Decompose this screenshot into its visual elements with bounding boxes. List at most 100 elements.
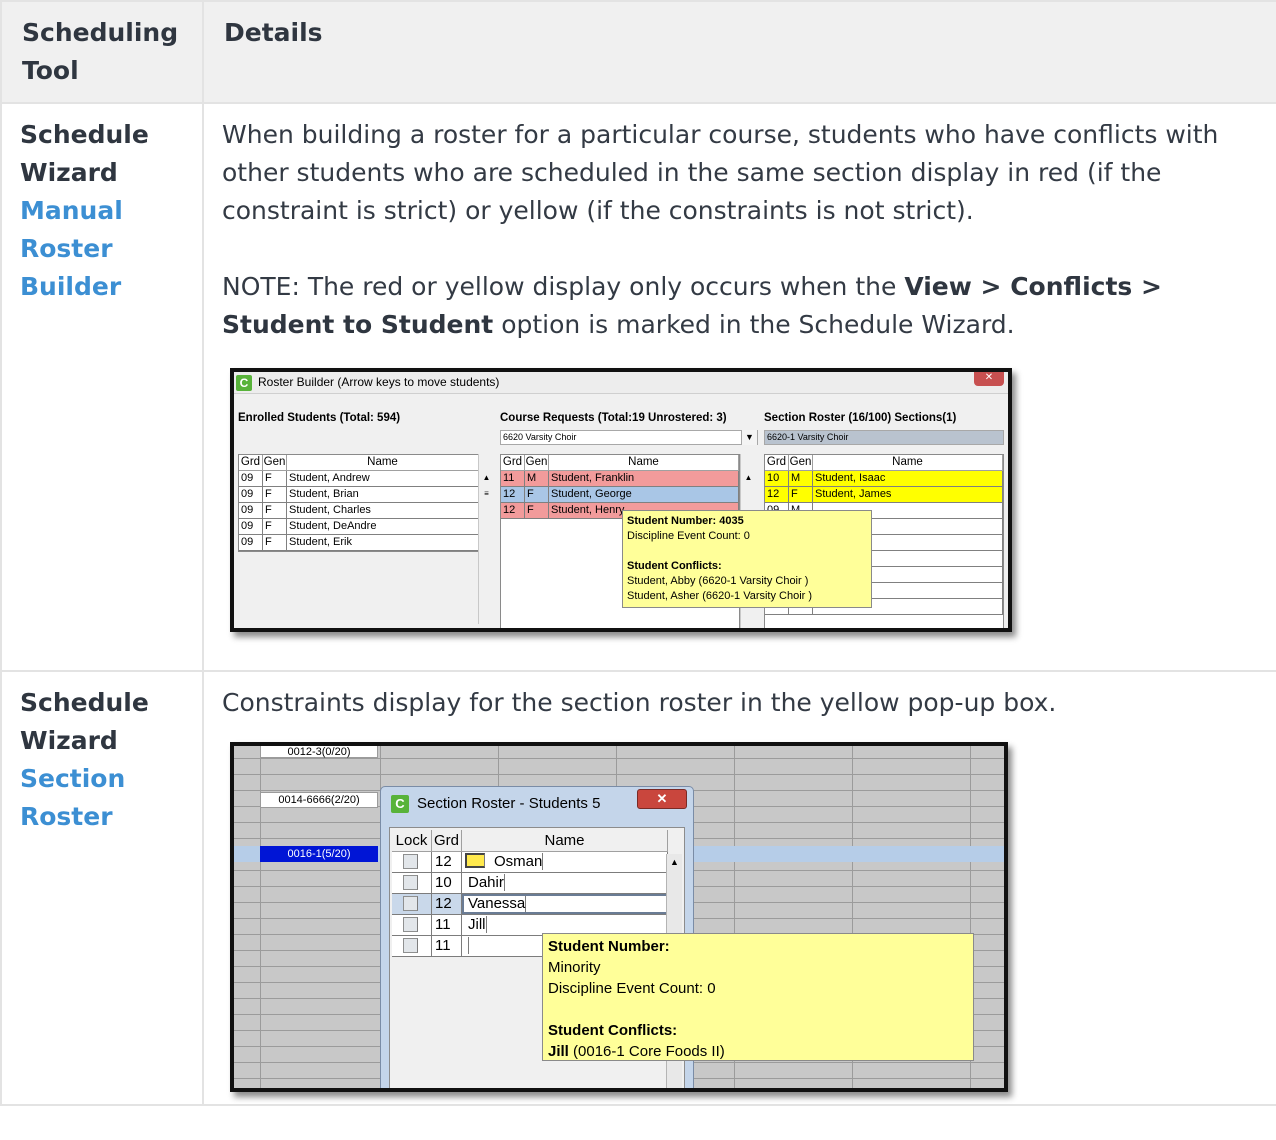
lock-checkbox[interactable] (403, 938, 418, 953)
cell-grd: 10 (765, 471, 789, 486)
cell-gen: F (263, 535, 287, 550)
close-icon[interactable]: ✕ (974, 372, 1004, 386)
table-row[interactable]: 10 M Student, Isaac (765, 471, 1003, 487)
lock-checkbox[interactable] (403, 854, 418, 869)
col-grd[interactable]: Grd (501, 455, 525, 470)
tooltip-minority: Minority (548, 959, 601, 976)
tooltip-conflict: Jill (0016-1 Core Foods II) (548, 1041, 968, 1062)
cell-name: Student, Brian (287, 487, 479, 502)
table-row[interactable]: 12 F Student, James (765, 487, 1003, 503)
table-row[interactable]: 09 F Student, Andrew (239, 471, 479, 487)
chevron-down-icon[interactable]: ▼ (741, 430, 757, 445)
folder-icon (465, 853, 485, 868)
course-select[interactable]: 6620 Varsity Choir ▼ (500, 430, 758, 445)
student-name: Vanessa (465, 895, 527, 912)
section-select[interactable]: 6620-1 Varsity Choir (764, 430, 1004, 445)
note-prefix: NOTE: The red or yellow display only occ… (222, 272, 905, 301)
section-cell[interactable]: 0012-3(0/20) (260, 746, 378, 758)
cell-lock (392, 852, 432, 872)
section-pane: Section Roster (16/100) Sections(1) (764, 412, 956, 426)
table-header-row: Scheduling Tool Details (0, 0, 1276, 104)
cell-name: Student, Erik (287, 535, 479, 550)
cell-gen: F (789, 487, 813, 502)
enrolled-scrollbar[interactable]: ▲ ≡ (478, 454, 494, 624)
section-cell[interactable]: 0014-6666(2/20) (260, 792, 378, 808)
section-roster-screenshot: 0012-3(0/20) 0014-6666(2/20) 0016-1(5/20… (230, 742, 1008, 1092)
tooltip-conflict: Student, Abby (6620-1 Varsity Choir ) (627, 575, 809, 587)
tooltip-conflicts-title: Student Conflicts: (548, 1022, 678, 1039)
lock-checkbox[interactable] (403, 875, 418, 890)
details-cell: When building a roster for a particular … (202, 102, 1276, 672)
cell-grd: 10 (432, 873, 462, 893)
header-scheduling-tool: Scheduling Tool (0, 0, 204, 104)
cell-gen: F (525, 503, 549, 518)
col-gen[interactable]: Gen (525, 455, 549, 470)
student-name: Osman (491, 853, 544, 870)
close-icon[interactable]: ✕ (637, 789, 687, 809)
student-name: Dahir (465, 874, 505, 891)
details-note: NOTE: The red or yellow display only occ… (222, 268, 1258, 344)
cell-name: Vanessa (462, 894, 668, 914)
details-paragraph: Constraints display for the section rost… (222, 688, 1057, 717)
manual-roster-builder-link[interactable]: Manual Roster Builder (20, 192, 184, 306)
section-roster-link[interactable]: Section Roster (20, 760, 184, 836)
section-grid-header: Grd Gen Name (765, 455, 1003, 471)
table-row[interactable]: 09 F Student, Erik (239, 535, 479, 551)
cell-gen: M (525, 471, 549, 486)
tooltip-student-number: Student Number: 4035 (627, 515, 744, 527)
dialog-title: Section Roster - Students 5 (417, 795, 601, 812)
cell-gen: F (525, 487, 549, 502)
cell-grd: 11 (432, 915, 462, 935)
cell-grd: 11 (501, 471, 525, 486)
table-row[interactable]: 09 F Student, Charles (239, 503, 479, 519)
roster-builder-title-bar: C Roster Builder (Arrow keys to move stu… (234, 372, 1008, 394)
tool-cell: Schedule Wizard Manual Roster Builder (0, 102, 204, 672)
tool-name: Schedule Wizard (20, 688, 149, 755)
table-row[interactable]: 10 Dahir (392, 873, 668, 894)
constraint-tooltip: Student Number: Minority Discipline Even… (542, 933, 974, 1061)
enrolled-grid-header: Grd Gen Name (239, 455, 479, 471)
cell-grd: 09 (239, 487, 263, 502)
header-details: Details (202, 0, 1276, 104)
col-name[interactable]: Name (549, 455, 739, 470)
table-row[interactable]: 11 M Student, Franklin (501, 471, 739, 487)
cell-name: Student, George (549, 487, 739, 502)
col-gen[interactable]: Gen (263, 455, 287, 470)
table-row[interactable]: 12 Vanessa (392, 894, 668, 915)
tool-name: Schedule Wizard (20, 120, 149, 187)
table-row[interactable]: 12 F Student, George (501, 487, 739, 503)
tool-cell: Schedule Wizard Section Roster (0, 670, 204, 1106)
table-row[interactable]: 09 F Student, DeAndre (239, 519, 479, 535)
col-name[interactable]: Name (287, 455, 479, 470)
col-name[interactable]: Name (813, 455, 1003, 470)
roster-builder-screenshot: C Roster Builder (Arrow keys to move stu… (230, 368, 1012, 632)
requests-pane: Course Requests (Total:19 Unrostered: 3) (500, 412, 727, 426)
enrolled-grid: Grd Gen Name 09 F Student, Andrew 09 F Studen… (238, 454, 480, 552)
cell-name: Jill (462, 915, 668, 935)
table-row: Schedule Wizard Manual Roster Builder Wh… (0, 102, 1276, 672)
cell-gen: F (263, 487, 287, 502)
table-row: Schedule Wizard Section Roster Constrain… (0, 670, 1276, 1106)
tooltip-discipline: Discipline Event Count: 0 (548, 980, 716, 997)
cell-name: Student, James (813, 487, 1003, 502)
col-grd[interactable]: Grd (239, 455, 263, 470)
details-cell: Constraints display for the section rost… (202, 670, 1276, 1106)
student-name: Jill (465, 916, 487, 933)
col-grd[interactable]: Grd (432, 830, 462, 851)
section-cell-selected[interactable]: 0016-1(5/20) (260, 846, 378, 862)
tooltip-conflicts-title: Student Conflicts: (627, 560, 722, 572)
table-row[interactable]: 09 F Student, Brian (239, 487, 479, 503)
col-name[interactable]: Name (462, 830, 668, 851)
table-row[interactable]: 12 Osman (392, 852, 668, 873)
cell-name: Student, Franklin (549, 471, 739, 486)
cell-lock (392, 873, 432, 893)
col-grd[interactable]: Grd (765, 455, 789, 470)
col-gen[interactable]: Gen (789, 455, 813, 470)
cell-grd: 12 (432, 894, 462, 914)
lock-checkbox[interactable] (403, 896, 418, 911)
lock-checkbox[interactable] (403, 917, 418, 932)
cell-gen: F (263, 519, 287, 534)
requests-grid-header: Grd Gen Name (501, 455, 739, 471)
col-lock[interactable]: Lock (392, 830, 432, 851)
student-name (465, 937, 469, 954)
